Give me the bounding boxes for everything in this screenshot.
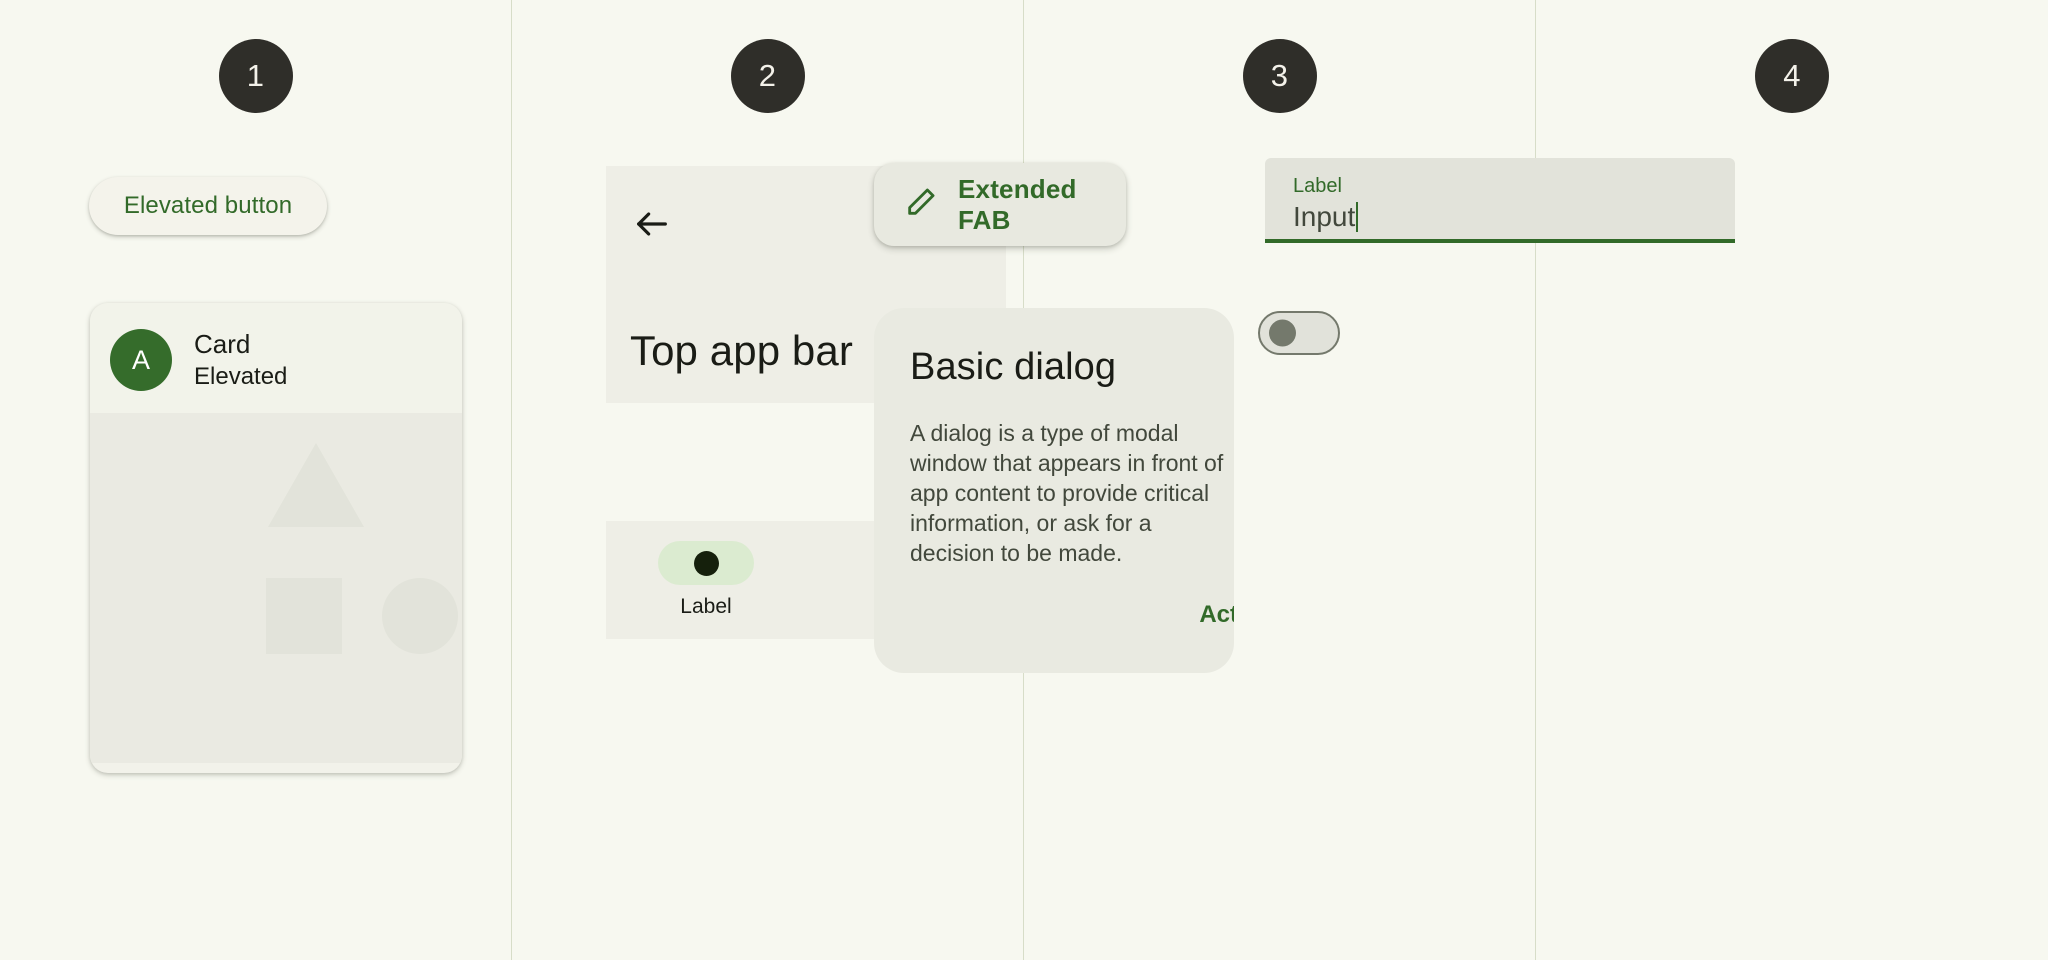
avatar: A xyxy=(110,329,172,391)
switch-knob xyxy=(1269,319,1296,347)
step-badge-1: 1 xyxy=(218,39,293,113)
filled-text-field[interactable]: Label Input xyxy=(1265,158,1735,243)
text-field-value: Input xyxy=(1293,201,1356,232)
panel-1: 1 Elevated button A Card Elevated xyxy=(0,0,512,960)
basic-dialog: Basic dialog A dialog is a type of modal… xyxy=(874,308,1234,673)
triangle-shape-icon xyxy=(268,443,364,527)
text-field-value-wrap: Input xyxy=(1293,201,1359,233)
extended-fab[interactable]: Extended FAB xyxy=(874,163,1126,246)
circle-icon xyxy=(693,550,719,576)
card-subtitle: Elevated xyxy=(194,363,288,390)
arrow-back-icon[interactable] xyxy=(629,201,675,247)
circle-shape-icon xyxy=(382,578,458,654)
panel-4: 4 xyxy=(1536,0,2048,960)
card-title: Card xyxy=(194,329,251,359)
step-badge-3: 3 xyxy=(1242,39,1317,113)
card-media xyxy=(90,413,462,763)
extended-fab-label: Extended FAB xyxy=(958,173,1077,235)
dialog-title: Basic dialog xyxy=(910,346,1117,388)
nav-active-indicator xyxy=(658,541,754,585)
top-app-bar-title: Top app bar xyxy=(630,327,853,374)
step-badge-2: 2 xyxy=(730,39,805,113)
dialog-body-text: A dialog is a type of modal window that … xyxy=(910,420,1224,566)
nav-item-1[interactable]: Label xyxy=(606,541,806,619)
text-cursor xyxy=(1356,202,1359,232)
card-text-block: Card Elevated xyxy=(194,331,287,389)
switch-toggle[interactable] xyxy=(1258,311,1340,355)
card-header: A Card Elevated xyxy=(90,303,462,413)
nav-item-label: Label xyxy=(680,595,732,618)
elevated-button[interactable]: Elevated button xyxy=(89,177,327,235)
elevated-card[interactable]: A Card Elevated xyxy=(90,303,462,773)
step-badge-4: 4 xyxy=(1755,39,1829,113)
pencil-edit-icon xyxy=(904,185,938,224)
text-field-label: Label xyxy=(1293,175,1342,197)
dialog-action-button[interactable]: Action 2 xyxy=(1199,601,1234,629)
square-shape-icon xyxy=(266,578,342,654)
